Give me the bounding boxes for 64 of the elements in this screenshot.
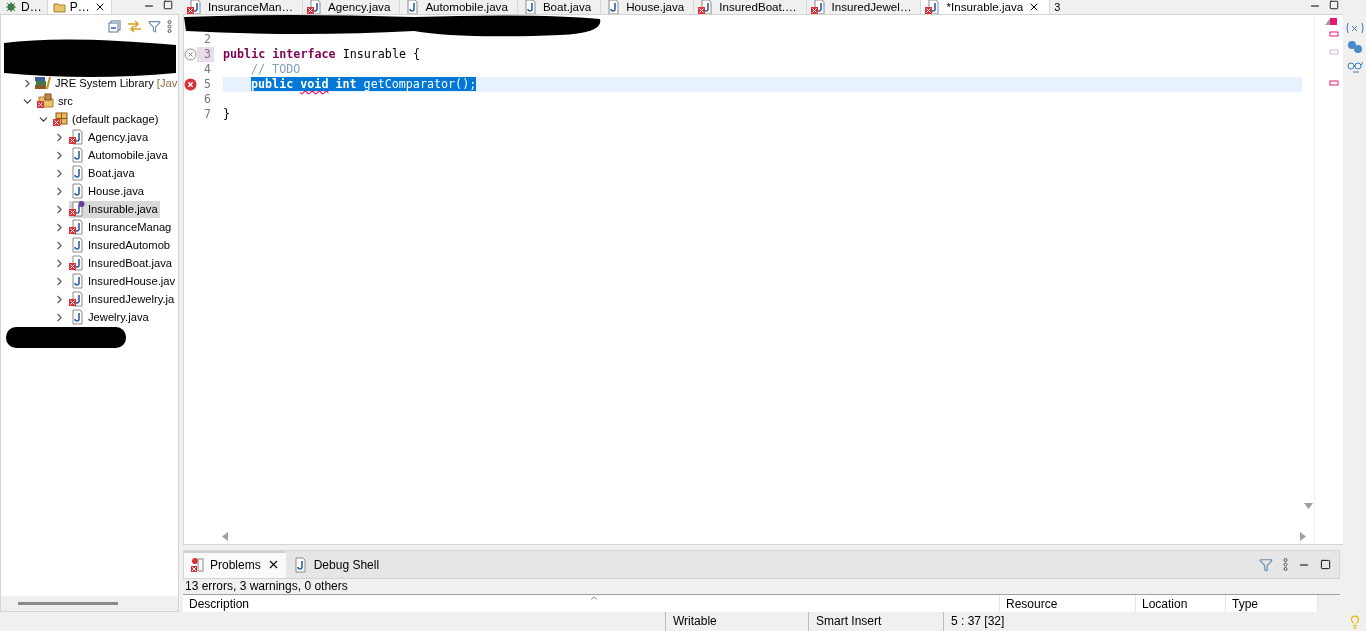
- tree-item[interactable]: InsuredBoat.java: [1, 254, 178, 272]
- tree-item[interactable]: InsuredJewelry.ja: [1, 290, 178, 308]
- status-insert-mode: Smart Insert: [808, 612, 943, 631]
- tree-item[interactable]: Jewelry.java: [1, 308, 178, 326]
- library-books-icon: [34, 75, 52, 91]
- problems-icon: [190, 556, 204, 573]
- java-file-icon: [69, 183, 85, 199]
- java-file-icon: [69, 273, 85, 289]
- collapse-all-icon[interactable]: [108, 19, 121, 33]
- java-file-icon: [69, 147, 85, 163]
- line-number: 3: [197, 46, 214, 62]
- variables-icon[interactable]: [1345, 22, 1364, 34]
- editor-tab[interactable]: *Insurable.java: [921, 0, 1051, 14]
- more-icon[interactable]: [1283, 558, 1288, 571]
- java-file-icon: [69, 237, 85, 253]
- panel-tab[interactable]: Debug Shell: [285, 551, 386, 578]
- status-cursor-position: 5 : 37 [32]: [943, 612, 1071, 631]
- problems-summary: 13 errors, 3 warnings, 0 others: [184, 579, 349, 594]
- java-file-icon: [69, 165, 85, 181]
- more-icon[interactable]: [167, 19, 172, 33]
- line-number: 6: [203, 91, 212, 107]
- tree-item[interactable]: InsuranceManag: [1, 218, 178, 236]
- code-line: // TODO: [251, 62, 301, 77]
- maximize-icon[interactable]: [1329, 0, 1339, 10]
- filter-icon[interactable]: [148, 19, 161, 33]
- source-folder-error-icon: [37, 93, 55, 109]
- scroll-down-icon[interactable]: [1303, 503, 1313, 509]
- package-error-icon: [53, 111, 69, 127]
- java-file-error-icon: [69, 219, 85, 235]
- tree-item[interactable]: (default package): [1, 110, 178, 128]
- java-interface-error-icon: [69, 201, 85, 217]
- java-file-error-icon: [69, 255, 85, 271]
- view-tab[interactable]: P…: [47, 0, 112, 14]
- line-number: 5: [203, 76, 212, 92]
- line-number: 2: [203, 31, 212, 47]
- tree-item[interactable]: JRE System Library [Jav: [1, 74, 178, 92]
- link-arrows-icon[interactable]: [127, 19, 142, 33]
- breakpoints-icon[interactable]: [1346, 40, 1363, 54]
- scroll-right-icon[interactable]: [1300, 532, 1306, 541]
- tree-item[interactable]: Agency.java: [1, 128, 178, 146]
- maximize-icon[interactable]: [163, 0, 173, 10]
- scroll-left-icon[interactable]: [222, 532, 228, 541]
- java-file-error-icon: [69, 129, 85, 145]
- scrollbar-thumb[interactable]: [18, 602, 118, 605]
- line-number: 7: [203, 106, 212, 122]
- tree-item[interactable]: Automobile.java: [1, 146, 178, 164]
- tree-item[interactable]: Boat.java: [1, 164, 178, 182]
- status-mode: Writable: [665, 612, 808, 631]
- code-line: public interface Insurable {: [223, 47, 421, 62]
- tree-item[interactable]: House.java: [1, 182, 178, 200]
- java-file-error-icon: [69, 291, 85, 307]
- java-file-icon: [69, 309, 85, 325]
- filter-icon[interactable]: [1259, 557, 1273, 572]
- tree-item[interactable]: InsuredAutomob: [1, 236, 178, 254]
- tab-overflow-count[interactable]: 3: [1050, 0, 1061, 14]
- maximize-icon[interactable]: [1320, 559, 1331, 570]
- panel-tab[interactable]: Problems: [184, 551, 286, 578]
- bug-icon: [5, 1, 17, 13]
- sort-caret-icon: [589, 593, 599, 603]
- glasses-icon[interactable]: [1346, 60, 1363, 74]
- line-number: 4: [203, 61, 212, 77]
- tree-item[interactable]: InsuredHouse.jav: [1, 272, 178, 290]
- code-line: }: [223, 107, 231, 122]
- tree-item[interactable]: src: [1, 92, 178, 110]
